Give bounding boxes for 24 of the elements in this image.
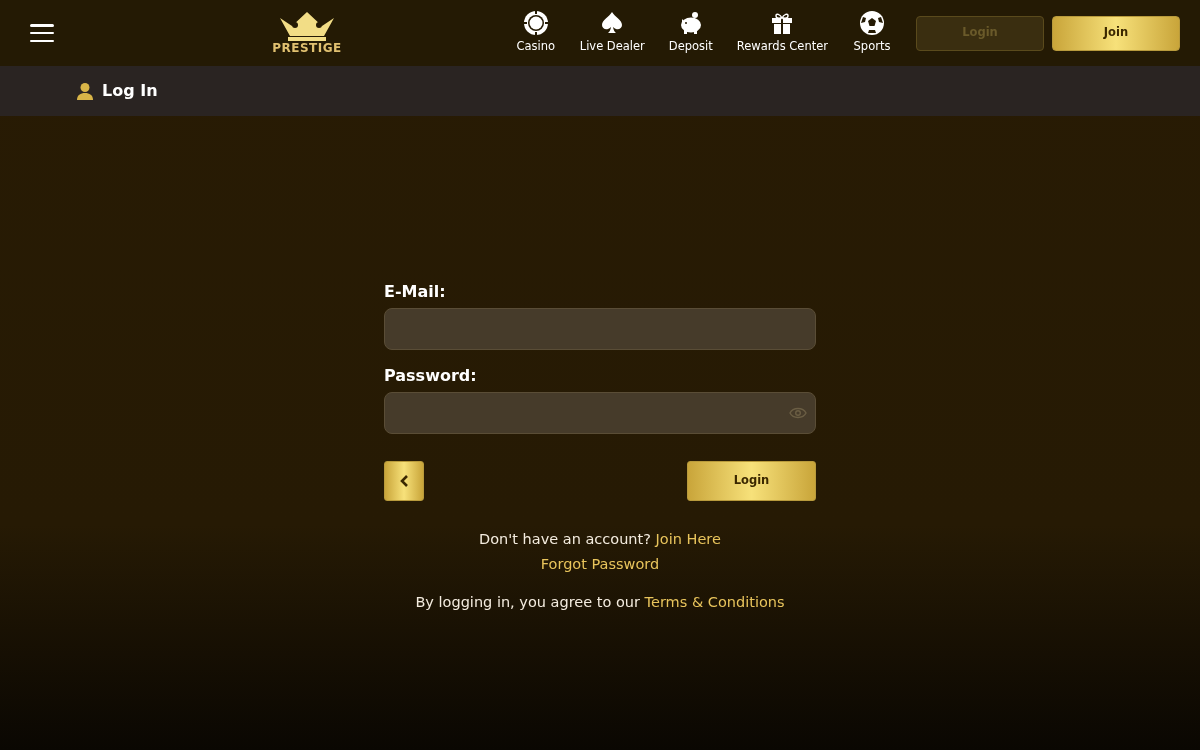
nav-link[interactable]: Sports <box>852 10 892 56</box>
eye-icon[interactable] <box>789 407 807 419</box>
terms-text: By logging in, you agree to our Terms & Conditions <box>414 592 786 612</box>
field-label: E-Mail: <box>384 281 447 303</box>
nav-link[interactable]: Live Dealer <box>579 10 645 56</box>
back-button[interactable] <box>384 461 424 501</box>
logo-text: PRESTIGE <box>272 42 342 54</box>
user-icon <box>76 82 94 100</box>
field-label: Password: <box>384 365 478 387</box>
password-field[interactable] <box>384 392 816 434</box>
join-button[interactable]: Join <box>1052 15 1180 51</box>
nav-link[interactable]: Deposit <box>668 10 713 56</box>
signup-prompt: Don't have an account? Join Here <box>478 530 722 549</box>
login-button[interactable]: Login <box>687 461 816 501</box>
menu-icon[interactable] <box>30 24 54 42</box>
nav-link[interactable]: Casino <box>515 10 556 56</box>
email-field[interactable] <box>384 308 816 350</box>
terms-link[interactable]: Terms & Conditions <box>644 593 785 610</box>
join-link[interactable]: Join Here <box>655 531 721 547</box>
nav-link[interactable]: Rewards Center <box>736 10 828 56</box>
forgot-password-link[interactable]: Forgot Password <box>540 555 660 572</box>
crown-icon <box>278 12 336 42</box>
chevron-left-icon <box>399 474 409 488</box>
page-title: Log In <box>102 80 158 102</box>
